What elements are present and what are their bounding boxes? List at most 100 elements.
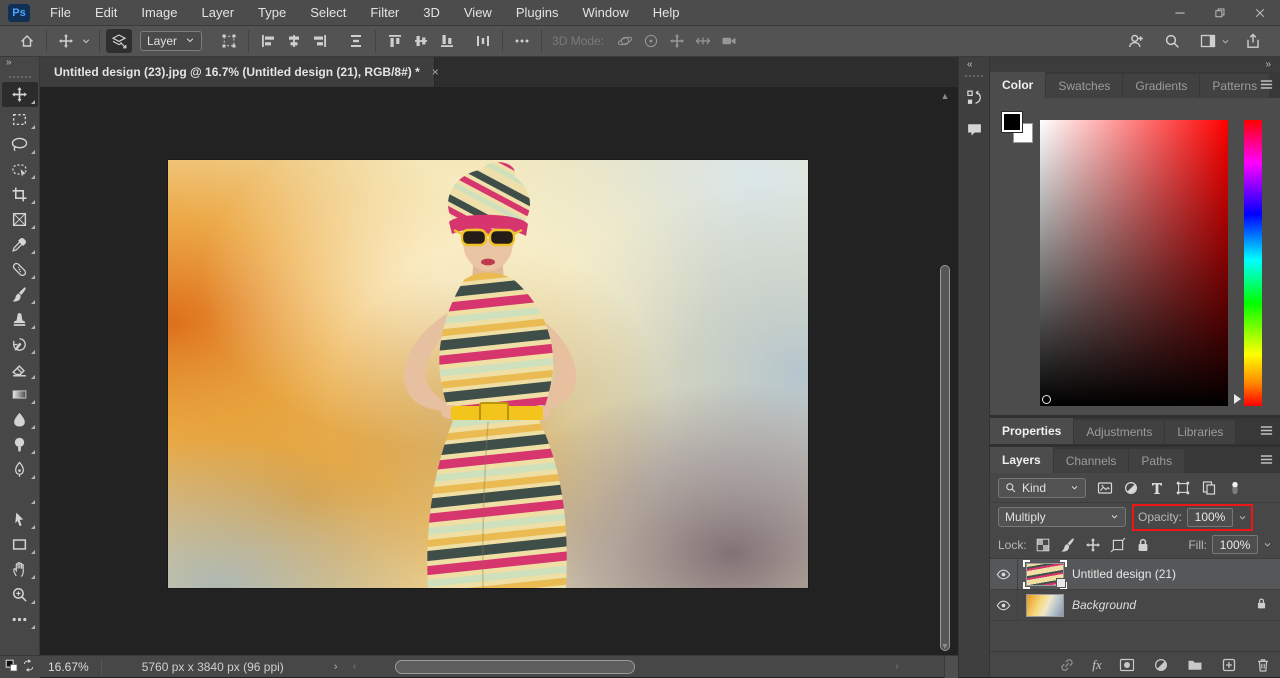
layer-thumbnail[interactable] <box>1026 563 1064 586</box>
comments-icon[interactable] <box>962 117 986 141</box>
layer-filter-kind-dropdown[interactable]: Kind <box>998 478 1086 498</box>
color-tab-swatches[interactable]: Swatches <box>1046 74 1122 98</box>
status-chevron-icon[interactable]: › <box>324 661 348 673</box>
fill-value-field[interactable]: 100% <box>1212 535 1258 554</box>
horizontal-scrollbar[interactable]: ‹ › <box>347 656 944 678</box>
zoom-tool[interactable] <box>2 582 38 607</box>
gradient-tool[interactable] <box>2 382 38 407</box>
opacity-value-field[interactable]: 100% <box>1187 508 1233 527</box>
layer-visibility-toggle[interactable] <box>990 590 1018 620</box>
search-icon[interactable] <box>1159 29 1185 53</box>
horizontal-scroll-thumb[interactable] <box>395 660 635 674</box>
spot-healing-brush-tool[interactable] <box>2 257 38 282</box>
expand-dock-chevrons[interactable]: » <box>1265 59 1272 70</box>
restore-button[interactable] <box>1200 0 1240 26</box>
distribute-horizontal-button[interactable] <box>470 29 496 53</box>
history-brush-tool[interactable] <box>2 332 38 357</box>
align-bottom-button[interactable] <box>434 29 460 53</box>
foreground-color-swatch[interactable] <box>1002 112 1022 132</box>
mini-swatches-icon[interactable] <box>5 659 18 675</box>
hue-slider-pointer[interactable] <box>1234 394 1241 404</box>
blend-mode-dropdown[interactable]: Multiply <box>998 507 1126 527</box>
3d-pan-icon[interactable] <box>664 29 690 53</box>
color-field-cursor[interactable] <box>1042 395 1051 404</box>
align-right-button[interactable] <box>307 29 333 53</box>
more-options-icon[interactable] <box>509 29 535 53</box>
frame-tool[interactable] <box>2 207 38 232</box>
eyedropper-tool[interactable] <box>2 232 38 257</box>
canvas-pasteboard[interactable]: ▲ ▼ <box>40 87 958 655</box>
clone-stamp-tool[interactable] <box>2 307 38 332</box>
delete-layer-icon[interactable] <box>1254 656 1272 674</box>
move-tool[interactable] <box>2 82 38 107</box>
filter-type-layers-icon[interactable] <box>1146 478 1168 498</box>
close-tab-icon[interactable]: × <box>430 63 441 81</box>
layers-panel-menu-icon[interactable] <box>1259 452 1274 470</box>
document-tab[interactable]: Untitled design (23).jpg @ 16.7% (Untitl… <box>40 57 435 87</box>
vertical-scroll-thumb[interactable] <box>940 265 950 651</box>
scroll-left-icon[interactable]: ‹ <box>347 656 361 678</box>
crop-tool[interactable] <box>2 182 38 207</box>
3d-slide-icon[interactable] <box>690 29 716 53</box>
new-layer-icon[interactable] <box>1220 656 1238 674</box>
hand-tool[interactable] <box>2 557 38 582</box>
layer-visibility-toggle[interactable] <box>990 559 1018 589</box>
blur-tool[interactable] <box>2 407 38 432</box>
layer-style-fx-icon[interactable]: fx <box>1092 657 1101 673</box>
align-top-button[interactable] <box>382 29 408 53</box>
zoom-level-field[interactable]: 16.67% <box>40 660 101 674</box>
rectangle-tool[interactable] <box>2 532 38 557</box>
scroll-right-icon[interactable]: › <box>890 656 904 678</box>
auto-select-target-dropdown[interactable]: Layer <box>140 31 202 51</box>
color-panel-menu-icon[interactable] <box>1259 77 1274 95</box>
toolbar-grabber[interactable] <box>9 76 31 78</box>
filter-pixel-layers-icon[interactable] <box>1094 478 1116 498</box>
menu-3d[interactable]: 3D <box>411 0 452 26</box>
layers-tab-layers[interactable]: Layers <box>990 447 1053 473</box>
menu-help[interactable]: Help <box>641 0 692 26</box>
filter-smart-objects-icon[interactable] <box>1198 478 1220 498</box>
toolbar-expand-chevrons[interactable]: » <box>0 57 39 73</box>
lock-pixels-icon[interactable] <box>1059 536 1077 554</box>
filter-adjustment-layers-icon[interactable] <box>1120 478 1142 498</box>
move-tool-preset-icon[interactable] <box>53 29 79 53</box>
menu-image[interactable]: Image <box>129 0 189 26</box>
3d-orbit-icon[interactable] <box>612 29 638 53</box>
menu-type[interactable]: Type <box>246 0 298 26</box>
collapse-dock-chevrons[interactable]: « <box>959 57 974 70</box>
foreground-background-swatches[interactable] <box>1002 112 1036 146</box>
color-tab-color[interactable]: Color <box>990 72 1045 98</box>
show-transform-controls-toggle[interactable] <box>216 29 242 53</box>
menu-plugins[interactable]: Plugins <box>504 0 571 26</box>
lock-all-icon[interactable] <box>1134 536 1152 554</box>
share-export-icon[interactable] <box>1240 29 1266 53</box>
distribute-vertical-button[interactable] <box>343 29 369 53</box>
layer-row-1[interactable]: Untitled design (21) <box>990 559 1280 590</box>
tool-preset-chevron-icon[interactable] <box>79 29 93 53</box>
lock-artboard-icon[interactable] <box>1109 536 1127 554</box>
close-button[interactable] <box>1240 0 1280 26</box>
new-group-icon[interactable] <box>1186 656 1204 674</box>
brush-tool[interactable] <box>2 282 38 307</box>
add-layer-mask-icon[interactable] <box>1118 656 1136 674</box>
lock-transparency-icon[interactable] <box>1034 536 1052 554</box>
rectangular-marquee-tool[interactable] <box>2 107 38 132</box>
version-history-icon[interactable] <box>962 85 986 109</box>
layers-tab-channels[interactable]: Channels <box>1054 449 1129 473</box>
scroll-down-icon[interactable]: ▼ <box>938 639 952 653</box>
properties-tab-properties[interactable]: Properties <box>990 418 1073 444</box>
vertical-scrollbar[interactable]: ▲ ▼ <box>938 87 952 655</box>
menu-edit[interactable]: Edit <box>83 0 129 26</box>
lock-position-icon[interactable] <box>1084 536 1102 554</box>
auto-select-toggle[interactable] <box>106 29 132 53</box>
properties-panel-menu-icon[interactable] <box>1259 423 1274 441</box>
properties-tab-libraries[interactable]: Libraries <box>1165 420 1235 444</box>
scroll-up-icon[interactable]: ▲ <box>938 89 952 103</box>
fill-dropdown-icon[interactable] <box>1263 540 1272 549</box>
3d-roll-icon[interactable] <box>638 29 664 53</box>
dodge-tool[interactable] <box>2 432 38 457</box>
filter-shape-layers-icon[interactable] <box>1172 478 1194 498</box>
new-adjustment-layer-icon[interactable] <box>1152 656 1170 674</box>
3d-camera-icon[interactable] <box>716 29 742 53</box>
canvas-artwork[interactable] <box>168 160 808 588</box>
